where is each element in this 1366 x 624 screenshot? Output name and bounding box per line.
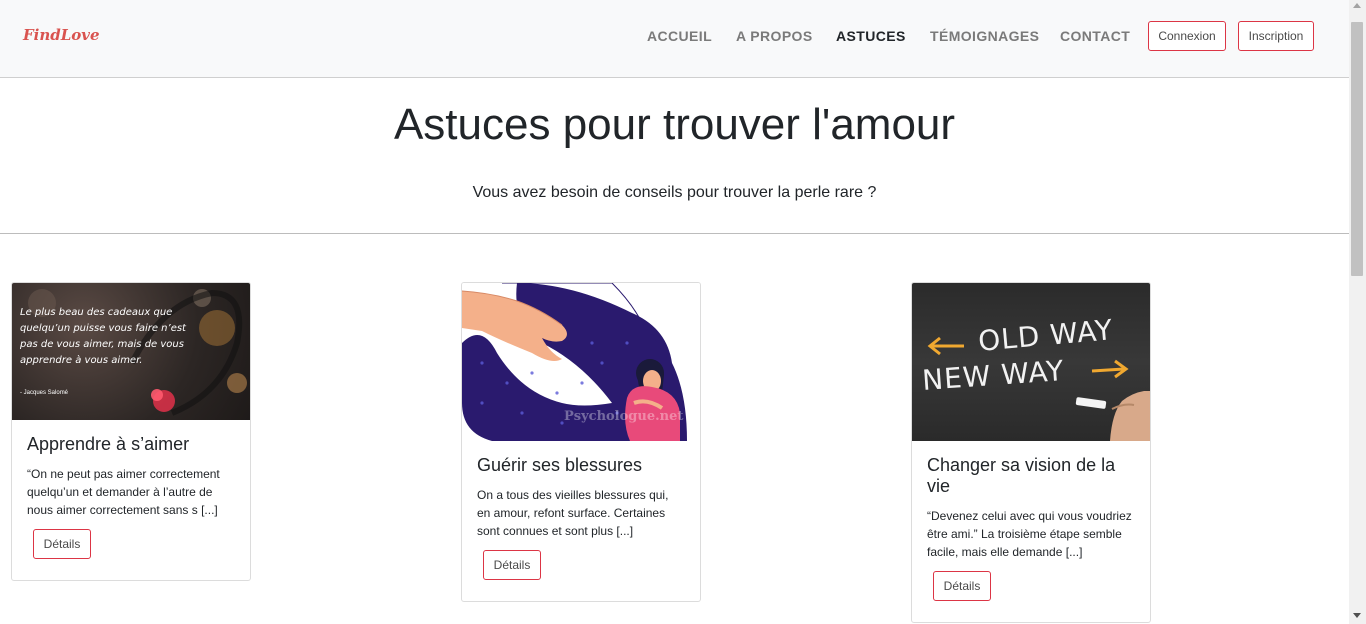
page-scrollbar[interactable] (1349, 0, 1366, 624)
navbar: FindLove ACCUEIL A PROPOS ASTUCES TÉMOIG… (0, 0, 1349, 78)
card-image-quote: Le plus beau des cadeaux que quelqu’un p… (12, 283, 250, 420)
scrollbar-thumb[interactable] (1351, 22, 1363, 276)
nav-link-contact[interactable]: CONTACT (1060, 28, 1130, 44)
nav-link-a-propos[interactable]: A PROPOS (736, 28, 813, 44)
card-image-hands: Psychologue.net (462, 283, 700, 441)
login-button[interactable]: Connexion (1148, 21, 1226, 51)
details-button[interactable]: Détails (483, 550, 541, 580)
card-text: “On ne peut pas aimer correctement quelq… (27, 467, 220, 517)
nav-link-astuces[interactable]: ASTUCES (836, 28, 906, 44)
card-image-watermark: Psychologue.net (564, 409, 684, 424)
signup-button[interactable]: Inscription (1238, 21, 1314, 51)
card-image-quote-text: Le plus beau des cadeaux que quelqu’un p… (20, 307, 186, 366)
scroll-down-arrow-icon[interactable] (1353, 613, 1361, 618)
nav-link-accueil[interactable]: ACCUEIL (647, 28, 712, 44)
section-divider (0, 233, 1349, 234)
page-subtitle: Vous avez besoin de conseils pour trouve… (472, 184, 877, 201)
brand-logo[interactable]: FindLove (23, 26, 100, 44)
nav-link-temoignages[interactable]: TÉMOIGNAGES (930, 28, 1039, 44)
page-title: Astuces pour trouver l'amour (393, 100, 956, 149)
card-title: Guérir ses blessures (477, 455, 643, 475)
card-title: Changer sa vision de la vie (927, 455, 1116, 496)
scroll-up-arrow-icon[interactable] (1353, 3, 1361, 8)
card-title: Apprendre à s’aimer (27, 434, 190, 454)
tip-card-apprendre: Le plus beau des cadeaux que quelqu’un p… (11, 282, 251, 581)
card-image-chalkboard: OLD WAY NEW WAY (912, 283, 1150, 441)
card-text: “Devenez celui avec qui vous voudriez êt… (927, 509, 1132, 559)
tip-card-changer: OLD WAY NEW WAY Changer sa vision de la … (911, 282, 1151, 623)
card-text: On a tous des vieilles blessures qui, en… (477, 488, 669, 538)
card-image-quote-author: - Jacques Salomé (20, 390, 69, 396)
details-button[interactable]: Détails (33, 529, 91, 559)
details-button[interactable]: Détails (933, 571, 991, 601)
tip-card-guerir: Psychologue.net Guérir ses blessures On … (461, 282, 701, 602)
